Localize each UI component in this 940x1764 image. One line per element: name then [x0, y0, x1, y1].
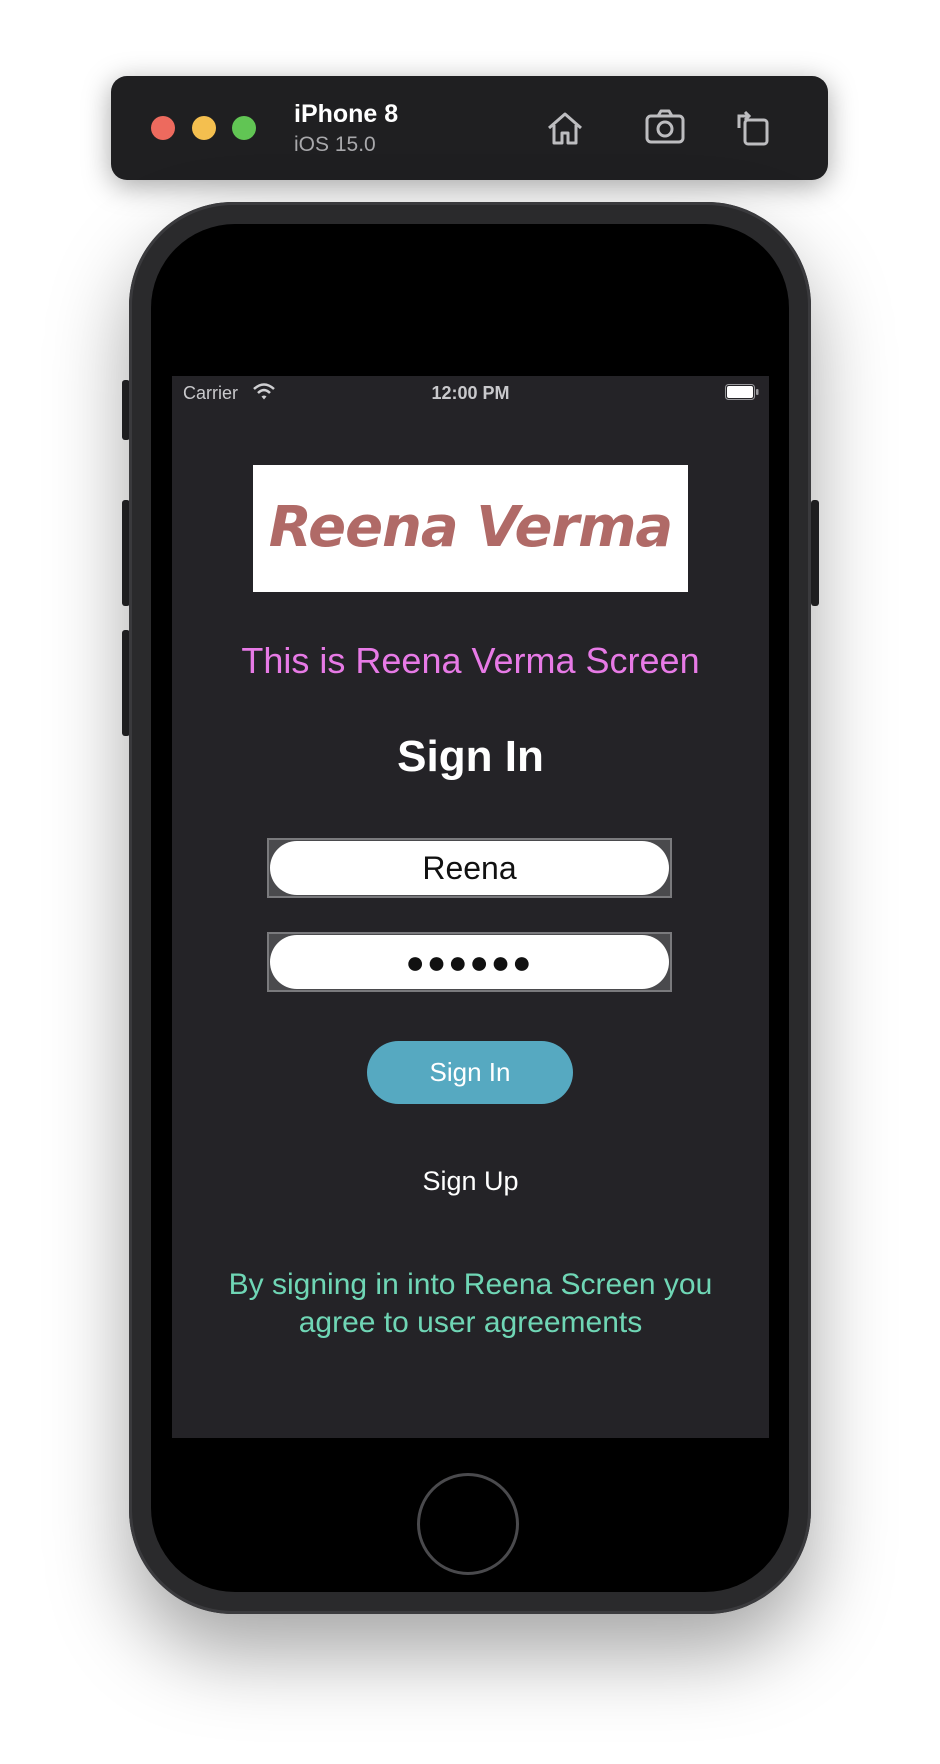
home-icon[interactable]	[543, 106, 587, 150]
battery-icon	[725, 384, 759, 400]
power-button	[811, 500, 819, 606]
sign-in-heading: Sign In	[397, 732, 544, 781]
screenshot-icon[interactable]	[643, 106, 687, 150]
home-button[interactable]	[417, 1473, 519, 1575]
device-name: iPhone 8	[294, 100, 399, 128]
simulator-toolbar: iPhone 8 iOS 15.0	[111, 76, 828, 180]
rotate-icon[interactable]	[731, 106, 775, 150]
logo-image: Reena Verma	[253, 465, 688, 592]
app-screen: Carrier 12:00 PM Reena Verma This is Ree…	[172, 376, 769, 1438]
simulator-stage: iPhone 8 iOS 15.0 Carrier 12:00 PM Reena…	[0, 0, 940, 1764]
sign-in-button[interactable]: Sign In	[367, 1041, 573, 1104]
status-bar: Carrier 12:00 PM	[172, 376, 769, 410]
os-version: iOS 15.0	[294, 133, 376, 156]
close-window-button[interactable]	[151, 116, 175, 140]
username-field[interactable]	[270, 841, 669, 895]
password-field-frame	[267, 932, 672, 992]
username-field-frame	[267, 838, 672, 898]
password-field[interactable]	[270, 935, 669, 989]
sign-up-link[interactable]: Sign Up	[172, 1166, 769, 1197]
minimize-window-button[interactable]	[192, 116, 216, 140]
agreement-text: By signing in into Reena Screen you agre…	[228, 1268, 713, 1339]
clock: 12:00 PM	[431, 383, 510, 403]
zoom-window-button[interactable]	[232, 116, 256, 140]
logo-text: Reena Verma	[268, 495, 673, 560]
screen-subtitle: This is Reena Verma Screen	[241, 640, 700, 681]
